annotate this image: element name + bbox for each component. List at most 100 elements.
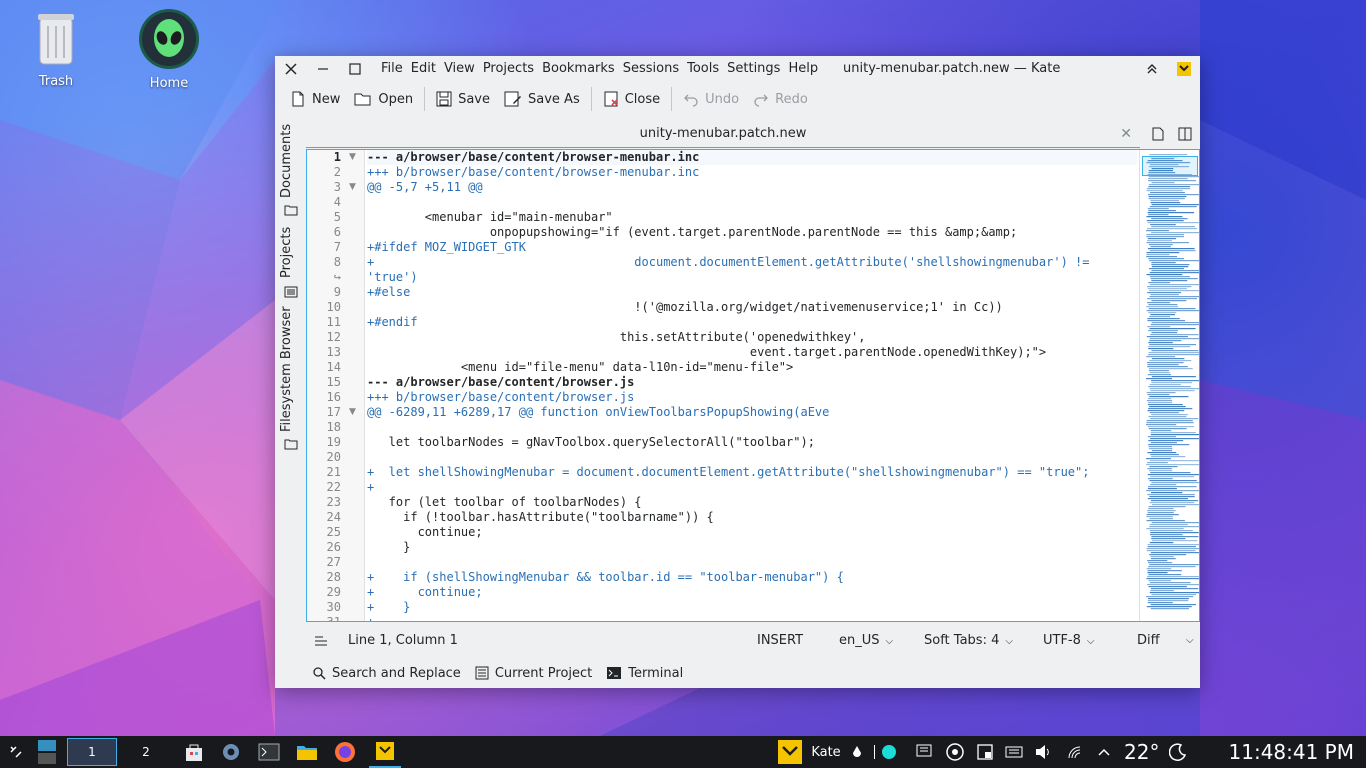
close-window-button[interactable] bbox=[275, 56, 307, 82]
disc-icon bbox=[946, 743, 964, 761]
tab-unity-menubar-patch[interactable]: unity-menubar.patch.new ✕ bbox=[306, 120, 1140, 148]
firefox-icon[interactable] bbox=[331, 736, 359, 768]
sidebar-tab-filesystem[interactable]: Filesystem Browser bbox=[279, 306, 294, 432]
redo-button[interactable]: Redo bbox=[746, 84, 815, 114]
launcher-icon bbox=[10, 746, 22, 758]
tray-disc-icon[interactable] bbox=[943, 736, 967, 768]
tray-network-icon[interactable] bbox=[1064, 736, 1088, 768]
terminal-button[interactable]: Terminal bbox=[606, 666, 683, 681]
desktop-icon-trash[interactable]: Trash bbox=[16, 8, 96, 89]
tray-notes-icon[interactable] bbox=[912, 736, 936, 768]
syntax-select[interactable]: Diff bbox=[1137, 626, 1160, 656]
tray-keyboard-icon[interactable] bbox=[1002, 736, 1026, 768]
chevron-up-icon bbox=[1098, 748, 1110, 756]
split-view-icon[interactable] bbox=[1178, 127, 1192, 141]
code-area[interactable]: --- a/browser/base/content/browser-menub… bbox=[367, 150, 1137, 621]
line-number: 31 bbox=[326, 615, 341, 622]
save-as-button[interactable]: Save As bbox=[497, 84, 587, 114]
menu-bookmarks[interactable]: Bookmarks bbox=[538, 56, 619, 82]
current-project-button[interactable]: Current Project bbox=[475, 666, 592, 681]
keep-above-button[interactable] bbox=[1136, 56, 1168, 82]
line-number: 5 bbox=[333, 210, 341, 224]
menu-projects[interactable]: Projects bbox=[479, 56, 538, 82]
menu-help[interactable]: Help bbox=[784, 56, 822, 82]
pager-desktop-2[interactable]: 2 bbox=[121, 736, 171, 768]
tray-expand-icon[interactable] bbox=[1094, 736, 1114, 768]
line-number: 9 bbox=[333, 285, 341, 299]
menu-lines-icon[interactable] bbox=[314, 635, 328, 647]
tool-view-bar: Search and Replace Current Project Termi… bbox=[306, 660, 697, 686]
tray-droplet-icon[interactable] bbox=[846, 736, 868, 768]
konsole-icon[interactable] bbox=[255, 736, 283, 768]
filesystem-folder-icon bbox=[284, 439, 298, 450]
line-number: 10 bbox=[326, 300, 341, 314]
line-number: 3 bbox=[333, 180, 341, 194]
dolphin-icon[interactable] bbox=[293, 736, 321, 768]
folder-icon bbox=[297, 746, 317, 760]
search-icon bbox=[313, 667, 326, 680]
store-icon[interactable] bbox=[180, 736, 208, 768]
search-replace-button[interactable]: Search and Replace bbox=[312, 666, 461, 681]
kate-task-icon[interactable] bbox=[369, 736, 401, 768]
tray-clipboard-icon[interactable] bbox=[973, 736, 997, 768]
menu-edit[interactable]: Edit bbox=[407, 56, 440, 82]
minimap[interactable] bbox=[1139, 150, 1199, 621]
cursor-position[interactable]: Line 1, Column 1 bbox=[348, 626, 458, 656]
undo-button[interactable]: Undo bbox=[676, 84, 746, 114]
dictionary-select[interactable]: en_US ⌵ bbox=[839, 626, 893, 657]
status-bar: Line 1, Column 1 INSERT en_US ⌵ Soft Tabs… bbox=[306, 626, 1200, 656]
open-button[interactable]: Open bbox=[347, 84, 420, 114]
tab-close-icon[interactable]: ✕ bbox=[1120, 120, 1132, 148]
indentation-select[interactable]: Soft Tabs: 4 ⌵ bbox=[924, 626, 1013, 657]
code-line: if (!toolbar.hasAttribute("toolbarname")… bbox=[367, 510, 714, 524]
save-icon bbox=[436, 91, 452, 107]
minimize-button[interactable] bbox=[307, 56, 339, 82]
window-title: unity-menubar.patch.new — Kate bbox=[843, 61, 1061, 76]
maximize-button[interactable] bbox=[339, 56, 371, 82]
menu-view[interactable]: View bbox=[440, 56, 479, 82]
menu-tools[interactable]: Tools bbox=[683, 56, 723, 82]
menu-sessions[interactable]: Sessions bbox=[619, 56, 683, 82]
desktop-icon-home[interactable]: Home bbox=[129, 8, 209, 91]
code-line: !('@mozilla.org/widget/nativemenuservice… bbox=[367, 300, 1003, 314]
save-button[interactable]: Save bbox=[429, 84, 497, 114]
fold-marker-icon[interactable]: ▼ bbox=[349, 150, 356, 165]
firefox-browser-icon bbox=[335, 742, 355, 762]
fold-marker-icon[interactable]: ▼ bbox=[349, 405, 356, 420]
syntax-chevron-down-icon[interactable]: ⌵ bbox=[1186, 626, 1194, 656]
code-line: <menubar id="main-menubar" bbox=[367, 210, 613, 224]
tray-volume-icon[interactable] bbox=[1032, 736, 1056, 768]
app-launcher-button[interactable] bbox=[2, 736, 30, 768]
line-number: 12 bbox=[326, 330, 341, 344]
new-button[interactable]: New bbox=[283, 84, 347, 114]
fold-marker-icon[interactable]: ▼ bbox=[349, 180, 356, 195]
encoding-select[interactable]: UTF-8 ⌵ bbox=[1043, 626, 1095, 657]
digital-clock[interactable]: 11:48:41 PM bbox=[1229, 736, 1355, 768]
code-line: onpopupshowing="if (event.target.parentN… bbox=[367, 225, 1018, 239]
menu-settings[interactable]: Settings bbox=[723, 56, 784, 82]
code-line: event.target.parentNode.openedWithKey);"… bbox=[367, 345, 1047, 359]
input-mode[interactable]: INSERT bbox=[757, 626, 803, 656]
weather-temperature[interactable]: 22° bbox=[1124, 736, 1159, 768]
pager-desktop-1[interactable]: 1 bbox=[67, 738, 117, 766]
code-line: continue; bbox=[367, 525, 483, 539]
close-document-button[interactable]: Close bbox=[596, 84, 667, 114]
menu-file[interactable]: File bbox=[377, 56, 407, 82]
active-task-kate[interactable]: Kate bbox=[776, 736, 842, 768]
minimap-viewport[interactable] bbox=[1142, 156, 1198, 176]
code-editor[interactable]: 1 ▼ 2 3 ▼ 4 5 6 7 8 ↪ 9 10 11 12 13 14 15 16 17 ▼ 18 19 20 21 22 2… bbox=[306, 149, 1200, 622]
new-tab-icon[interactable] bbox=[1151, 127, 1165, 141]
sidebar-tab-projects[interactable]: Projects bbox=[279, 227, 294, 278]
tray-circle-icon[interactable] bbox=[878, 736, 900, 768]
trash-icon bbox=[38, 14, 74, 65]
desktop-icon-label: Home bbox=[149, 76, 189, 91]
app-menu-button[interactable] bbox=[1168, 56, 1200, 82]
toolbar-separator bbox=[671, 87, 673, 111]
settings-icon[interactable] bbox=[217, 736, 245, 768]
redo-icon bbox=[754, 94, 769, 107]
show-desktop-button[interactable] bbox=[33, 736, 61, 768]
sidebar-tab-documents[interactable]: Documents bbox=[279, 124, 294, 198]
line-number: ↪ bbox=[333, 270, 341, 284]
weather-icon[interactable] bbox=[1166, 736, 1190, 768]
